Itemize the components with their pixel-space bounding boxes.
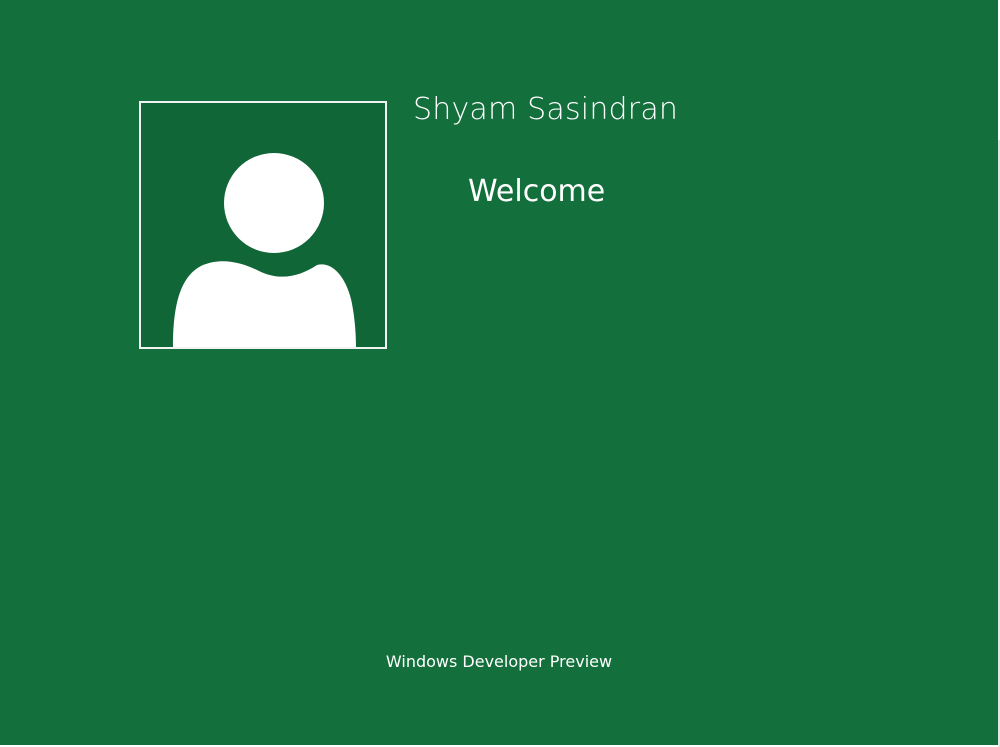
- avatar-head: [224, 153, 324, 253]
- welcome-screen: Shyam Sasindran Welcome Windows Develope…: [0, 0, 998, 745]
- os-version-label: Windows Developer Preview: [385, 652, 613, 671]
- user-silhouette-icon: [141, 103, 385, 347]
- user-name: Shyam Sasindran: [413, 92, 679, 127]
- welcome-message: Welcome: [468, 174, 606, 209]
- user-avatar-tile: [139, 101, 387, 349]
- avatar-body: [173, 261, 356, 347]
